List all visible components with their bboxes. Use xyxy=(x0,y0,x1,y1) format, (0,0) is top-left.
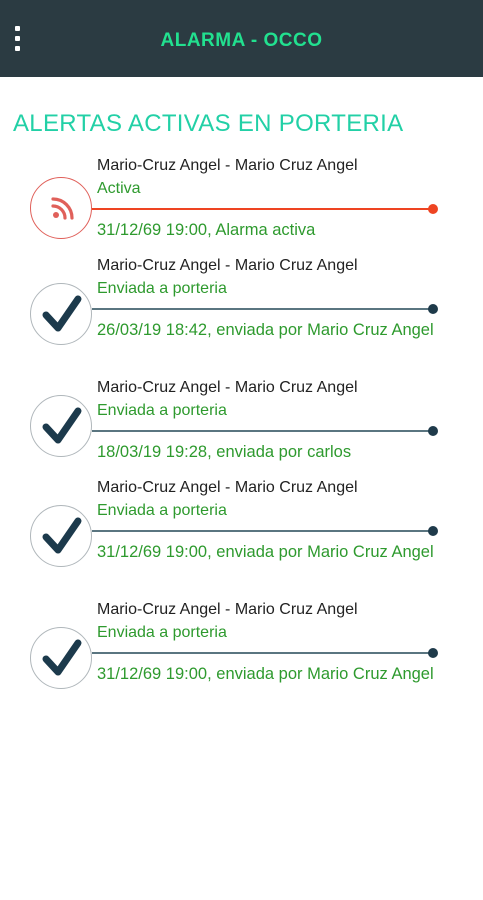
alert-status: Enviada a porteria xyxy=(97,402,227,419)
timeline-line xyxy=(92,430,433,432)
section-title: ALERTAS ACTIVAS EN PORTERIA xyxy=(13,110,404,137)
check-icon xyxy=(30,283,92,345)
alert-item-1[interactable]: Mario-Cruz Angel - Mario Cruz Angel Envi… xyxy=(0,257,483,367)
alert-name: Mario-Cruz Angel - Mario Cruz Angel xyxy=(97,157,358,174)
timeline-dot xyxy=(428,526,438,536)
timeline-line xyxy=(92,208,433,210)
alert-status: Enviada a porteria xyxy=(97,280,227,297)
alert-status: Enviada a porteria xyxy=(97,502,227,519)
alert-name: Mario-Cruz Angel - Mario Cruz Angel xyxy=(97,379,358,396)
alert-name: Mario-Cruz Angel - Mario Cruz Angel xyxy=(97,601,358,618)
app-title: ALARMA - OCCO xyxy=(160,30,323,51)
alert-detail: 31/12/69 19:00, Alarma activa xyxy=(97,221,316,239)
check-icon xyxy=(30,627,92,689)
alert-name: Mario-Cruz Angel - Mario Cruz Angel xyxy=(97,257,358,274)
alert-status: Activa xyxy=(97,180,141,197)
alert-item-3[interactable]: Mario-Cruz Angel - Mario Cruz Angel Envi… xyxy=(0,479,483,589)
alert-name: Mario-Cruz Angel - Mario Cruz Angel xyxy=(97,479,358,496)
alert-detail: 26/03/19 18:42, enviada por Mario Cruz A… xyxy=(97,321,434,339)
timeline-dot xyxy=(428,426,438,436)
alert-status: Enviada a porteria xyxy=(97,624,227,641)
alarm-signal-icon xyxy=(30,177,92,239)
timeline-line xyxy=(92,652,433,654)
alert-item-4[interactable]: Mario-Cruz Angel - Mario Cruz Angel Envi… xyxy=(0,601,483,711)
timeline-dot xyxy=(428,304,438,314)
check-icon xyxy=(30,395,92,457)
timeline-dot xyxy=(428,204,438,214)
alert-item-0[interactable]: Mario-Cruz Angel - Mario Cruz Angel Acti… xyxy=(0,157,483,247)
timeline-line xyxy=(92,530,433,532)
alert-detail: 31/12/69 19:00, enviada por Mario Cruz A… xyxy=(97,665,434,683)
timeline-line xyxy=(92,308,433,310)
app-bar: ALARMA - OCCO xyxy=(0,0,483,77)
alert-detail: 31/12/69 19:00, enviada por Mario Cruz A… xyxy=(97,543,434,561)
check-icon xyxy=(30,505,92,567)
alert-item-2[interactable]: Mario-Cruz Angel - Mario Cruz Angel Envi… xyxy=(0,379,483,469)
timeline-dot xyxy=(428,648,438,658)
alert-detail: 18/03/19 19:28, enviada por carlos xyxy=(97,443,352,461)
